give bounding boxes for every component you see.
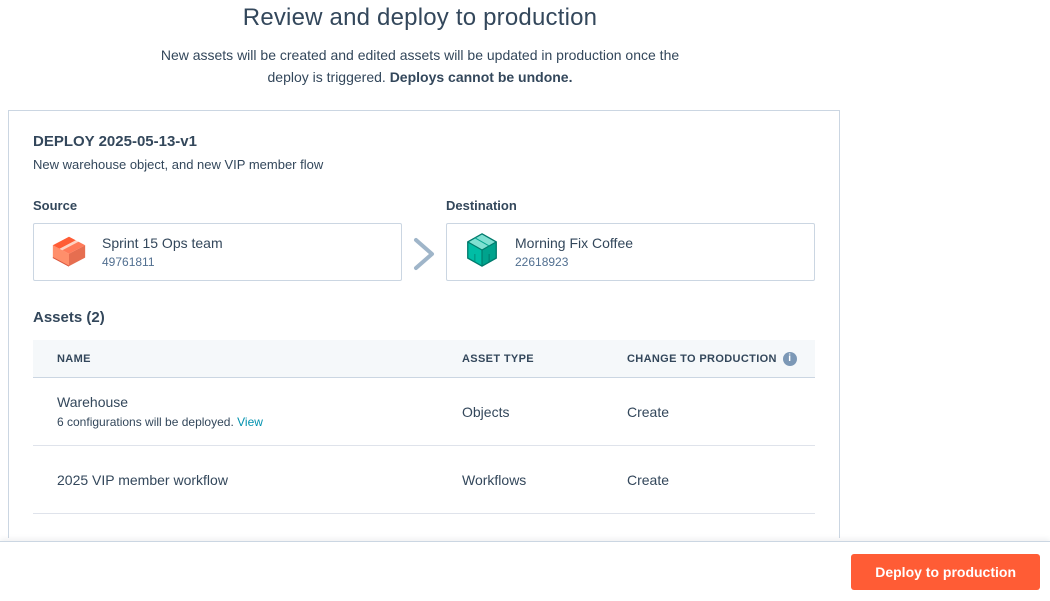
column-header-asset-type: ASSET TYPE xyxy=(438,353,603,365)
source-destination-row: Source Sprint 15 Ops team xyxy=(33,198,815,283)
change-cell: Create xyxy=(603,392,815,432)
asset-name: 2025 VIP member workflow xyxy=(57,472,414,488)
table-row: Warehouse 6 configurations will be deplo… xyxy=(33,378,815,446)
production-portal-icon xyxy=(463,231,501,274)
destination-account-info: Morning Fix Coffee 22618923 xyxy=(515,235,633,269)
deploy-to-production-button[interactable]: Deploy to production xyxy=(851,554,1040,590)
info-icon[interactable] xyxy=(783,352,797,366)
sandbox-icon xyxy=(50,231,88,274)
asset-name-cell: 2025 VIP member workflow xyxy=(33,460,438,500)
page-subtitle: New assets will be created and edited as… xyxy=(150,44,690,88)
assets-heading: Assets (2) xyxy=(33,309,815,326)
asset-detail: 6 configurations will be deployed. View xyxy=(57,415,414,429)
asset-type-cell: Workflows xyxy=(438,460,603,500)
source-account-name: Sprint 15 Ops team xyxy=(102,235,223,252)
change-cell: Create xyxy=(603,460,815,500)
asset-name-cell: Warehouse 6 configurations will be deplo… xyxy=(33,382,438,441)
source-column: Source Sprint 15 Ops team xyxy=(33,198,402,281)
asset-name: Warehouse xyxy=(57,394,414,410)
arrow-right-icon xyxy=(402,225,446,283)
action-footer: Deploy to production xyxy=(0,541,1050,601)
destination-account-name: Morning Fix Coffee xyxy=(515,235,633,252)
destination-account-box: Morning Fix Coffee 22618923 xyxy=(446,223,815,281)
source-account-box: Sprint 15 Ops team 49761811 xyxy=(33,223,402,281)
source-label: Source xyxy=(33,198,402,213)
deploy-name: DEPLOY 2025-05-13-v1 xyxy=(33,133,815,150)
column-header-name: NAME xyxy=(33,353,438,365)
column-header-change: CHANGE TO PRODUCTION xyxy=(603,352,821,366)
asset-type-cell: Objects xyxy=(438,392,603,432)
deploy-description: New warehouse object, and new VIP member… xyxy=(33,157,815,172)
subtitle-warning: Deploys cannot be undone. xyxy=(390,69,573,85)
page-title: Review and deploy to production xyxy=(0,4,840,32)
destination-column: Destination xyxy=(446,198,815,281)
destination-label: Destination xyxy=(446,198,815,213)
source-account-info: Sprint 15 Ops team 49761811 xyxy=(102,235,223,269)
table-row: 2025 VIP member workflow Workflows Creat… xyxy=(33,446,815,514)
destination-account-id: 22618923 xyxy=(515,255,633,269)
assets-table-header: NAME ASSET TYPE CHANGE TO PRODUCTION xyxy=(33,340,815,378)
source-account-id: 49761811 xyxy=(102,255,223,269)
assets-table: NAME ASSET TYPE CHANGE TO PRODUCTION War… xyxy=(33,340,815,514)
review-page: Review and deploy to production New asse… xyxy=(0,0,840,538)
deploy-summary-card: DEPLOY 2025-05-13-v1 New warehouse objec… xyxy=(8,110,840,538)
view-configurations-link[interactable]: View xyxy=(237,415,263,429)
